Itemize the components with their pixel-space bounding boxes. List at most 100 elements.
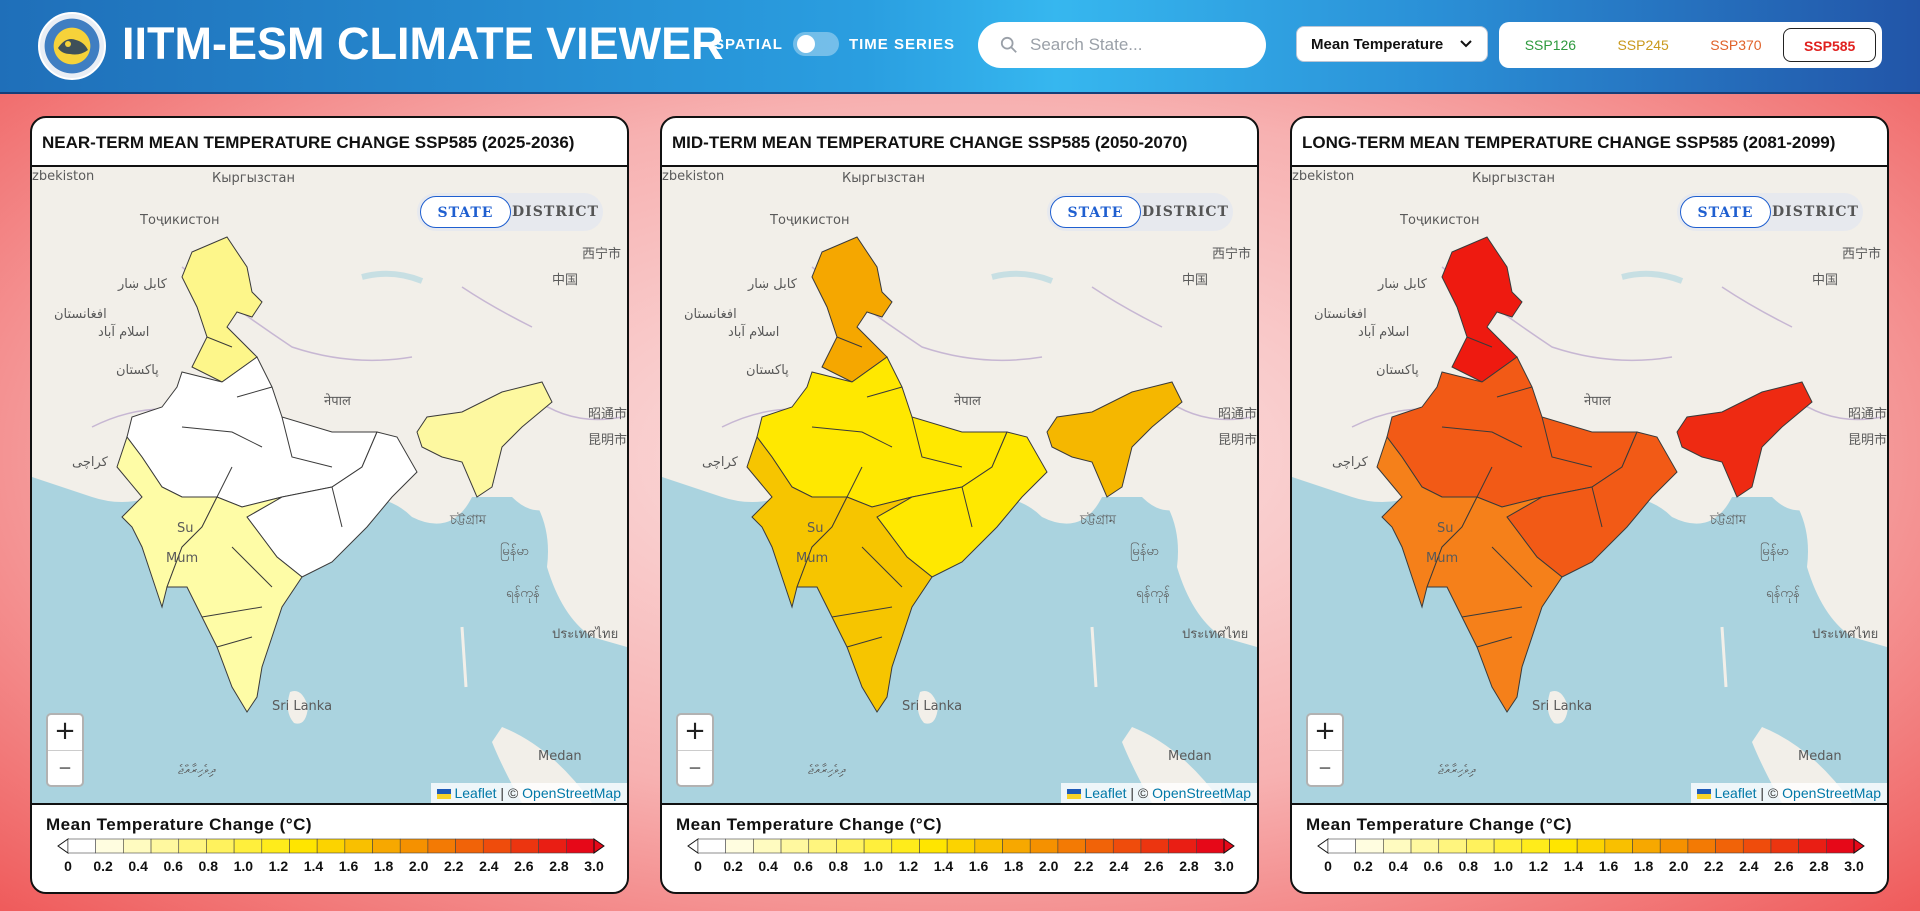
legend-title: Mean Temperature Change (°C): [46, 815, 313, 834]
legend-over-arrow: [1853, 838, 1865, 854]
app-title: IITM-ESM CLIMATE VIEWER: [122, 18, 724, 69]
map-label: ދިވެހިރާއްޖެ: [1438, 763, 1476, 778]
zoom-out-button[interactable]: –: [1308, 750, 1342, 785]
map-label: ประเทศไทย: [1182, 627, 1249, 642]
chevron-down-icon: [1460, 40, 1472, 48]
legend-tick-label: 2.4: [479, 858, 499, 874]
map-attribution: Leaflet | © OpenStreetMap: [1691, 783, 1887, 803]
zoom-control: + –: [46, 713, 84, 787]
map-label: zbekiston: [1292, 169, 1355, 184]
zoom-out-button[interactable]: –: [678, 750, 712, 785]
map-label: 昭通市: [588, 407, 627, 422]
zoom-out-button[interactable]: –: [48, 750, 82, 785]
map-label: 中国: [552, 273, 579, 288]
view-toggle: SPATIAL TIME SERIES: [714, 30, 955, 58]
map-attribution: Leaflet | © OpenStreetMap: [431, 783, 627, 803]
legend-tick-label: 1.8: [1634, 858, 1654, 874]
map-label: 中国: [1812, 273, 1839, 288]
district-level-button[interactable]: DISTRICT: [511, 196, 600, 228]
scenario-ssp370-button[interactable]: SSP370: [1691, 28, 1782, 62]
leaflet-link[interactable]: Leaflet: [1714, 785, 1756, 801]
legend-swatch: [1604, 838, 1633, 854]
legend-swatch: [1715, 838, 1744, 854]
map-label: پاکستان: [116, 363, 159, 378]
andaman: [460, 626, 468, 688]
legend-swatch: [289, 838, 318, 854]
map-label: ရန်ကုန်: [1766, 586, 1800, 601]
map-label: 西宁市: [1212, 247, 1252, 262]
legend-swatch: [261, 838, 290, 854]
map-view[interactable]: zbekiston Кыргызстан Тоҷикистон 西宁市 中国 ک…: [1292, 167, 1887, 803]
legend-swatch: [1742, 838, 1772, 854]
legend-swatch: [566, 838, 595, 854]
osm-link[interactable]: OpenStreetMap: [1782, 785, 1881, 801]
map-label: Тоҷикистон: [770, 213, 850, 228]
legend-tick-label: 2.4: [1739, 858, 1759, 874]
district-level-button[interactable]: DISTRICT: [1141, 196, 1230, 228]
map-label: Medan: [538, 749, 582, 764]
color-legend: Mean Temperature Change (°C) 0 0.2 0.4 0.6 0…: [32, 803, 627, 892]
map-label: کراچی: [1332, 455, 1368, 470]
scenario-ssp126-button[interactable]: SSP126: [1505, 28, 1596, 62]
spatial-timeseries-switch[interactable]: [792, 32, 839, 56]
scenario-ssp245-button[interactable]: SSP245: [1598, 28, 1689, 62]
zoom-in-button[interactable]: +: [1308, 715, 1342, 750]
legend-tick-label: 3.0: [1844, 858, 1864, 874]
legend-swatch: [946, 838, 976, 854]
legend-swatch: [510, 838, 539, 854]
district-level-button[interactable]: DISTRICT: [1771, 196, 1860, 228]
zoom-in-button[interactable]: +: [678, 715, 712, 750]
map-view[interactable]: zbekiston Кыргызстан Тоҷикистон 西宁市 中国 ک…: [662, 167, 1257, 803]
legend-swatch: [1798, 838, 1827, 854]
search-input[interactable]: [1030, 35, 1260, 55]
legend-swatch: [974, 838, 1003, 854]
legend-tick-label: 1.2: [899, 858, 919, 874]
osm-link[interactable]: OpenStreetMap: [1152, 785, 1251, 801]
legend-tick-label: 2.8: [1809, 858, 1829, 874]
zoom-control: + –: [676, 713, 714, 787]
map-label: 中国: [1182, 273, 1209, 288]
map-label: চট্টগ্রাম: [450, 513, 486, 528]
legend-tick-label: 1.2: [1529, 858, 1549, 874]
legend-tick-label: 1.4: [1564, 858, 1584, 874]
legend-swatch: [863, 838, 893, 854]
legend-tick-label: 2.2: [1074, 858, 1094, 874]
legend-tick-label: 2.4: [1109, 858, 1129, 874]
zoom-in-button[interactable]: +: [48, 715, 82, 750]
scenario-selector: SSP126 SSP245 SSP370 SSP585: [1499, 22, 1882, 68]
map-label: Su: [177, 521, 194, 536]
legend-tick-label: 1.0: [234, 858, 254, 874]
map-label: افغانستان: [54, 307, 107, 322]
variable-select[interactable]: Mean Temperature: [1296, 26, 1488, 62]
leaflet-link[interactable]: Leaflet: [454, 785, 496, 801]
legend-tick-label: 0.4: [128, 858, 148, 874]
admin-level-toggle: STATE DISTRICT: [1677, 193, 1863, 231]
legend-tick-label: 1.6: [1599, 858, 1619, 874]
legend-swatch: [1112, 838, 1142, 854]
legend-title: Mean Temperature Change (°C): [676, 815, 943, 834]
legend-swatch: [1196, 838, 1225, 854]
legend-swatch: [538, 838, 567, 854]
attribution-separator: | ©: [1126, 785, 1153, 801]
map-label: ประเทศไทย: [1812, 627, 1879, 642]
map-label: চট্টগ্রাম: [1080, 513, 1116, 528]
scenario-ssp585-button[interactable]: SSP585: [1783, 28, 1876, 62]
state-level-button[interactable]: STATE: [420, 196, 511, 228]
state-level-button[interactable]: STATE: [1680, 196, 1771, 228]
map-label: 昭通市: [1218, 407, 1257, 422]
map-view[interactable]: zbekiston Кыргызстан Тоҷикистон 西宁市 中国 ک…: [32, 167, 627, 803]
search-box: [978, 22, 1266, 68]
leaflet-link[interactable]: Leaflet: [1084, 785, 1126, 801]
map-label: 昭通市: [1848, 407, 1887, 422]
state-level-button[interactable]: STATE: [1050, 196, 1141, 228]
legend-tick-label: 0.2: [1353, 858, 1373, 874]
osm-link[interactable]: OpenStreetMap: [522, 785, 621, 801]
map-label: ދިވެހިރާއްޖެ: [178, 763, 216, 778]
map-label: Su: [1437, 521, 1454, 536]
search-icon: [1000, 36, 1017, 53]
color-legend: Mean Temperature Change (°C) 0 0.2 0.4 0.6 0…: [662, 803, 1257, 892]
map-label: Тоҷикистон: [1400, 213, 1480, 228]
map-panel-1: NEAR-TERM MEAN TEMPERATURE CHANGE SSP585…: [30, 116, 629, 894]
panel-title: MID-TERM MEAN TEMPERATURE CHANGE SSP585 …: [662, 118, 1257, 167]
legend-swatch: [482, 838, 512, 854]
